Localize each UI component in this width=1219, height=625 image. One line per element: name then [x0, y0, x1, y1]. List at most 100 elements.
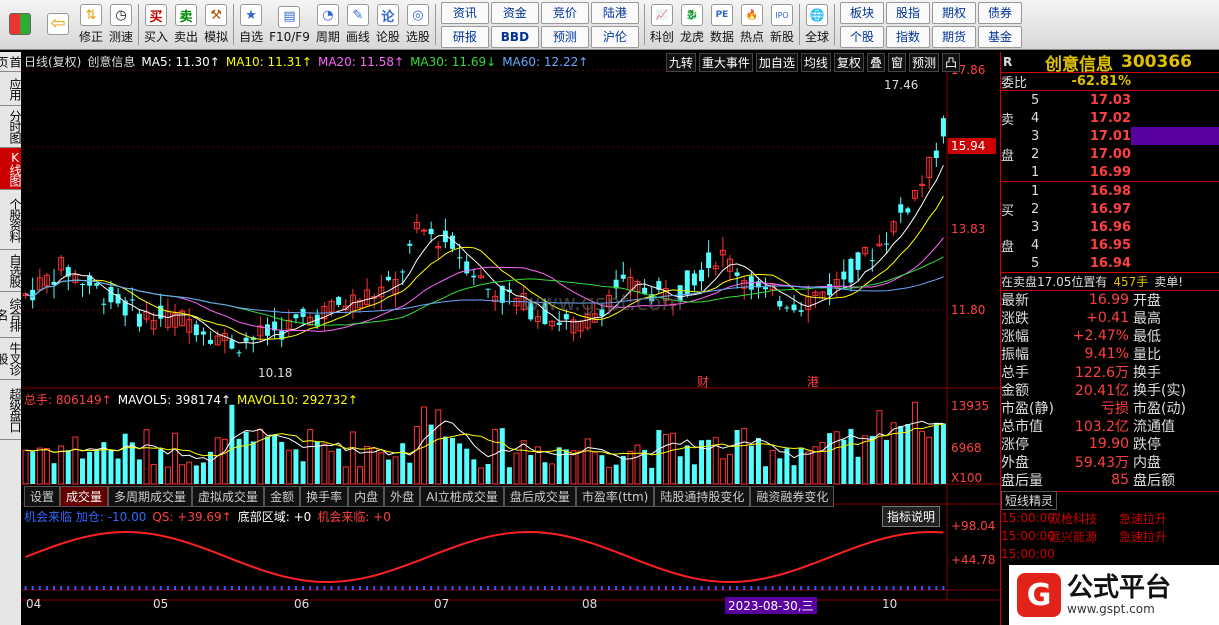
kline-chart-area[interactable]: 17.8615.9413.8311.8015.9417.4610.18财港www… — [22, 52, 1000, 625]
indicator-tab[interactable]: 设置 — [24, 486, 61, 507]
indicator-tick — [124, 586, 127, 590]
info-key2: 换手 — [1133, 365, 1161, 381]
book-level: 2 — [1031, 146, 1040, 162]
candle-body — [79, 283, 85, 285]
toolbar-speedtest-button[interactable]: ◷ 测速 — [106, 0, 136, 49]
toolbar-star-market-button[interactable]: 📈 科创 — [647, 0, 677, 49]
chart-top-button[interactable]: 凸 — [941, 53, 960, 72]
toolbar-dragon-tiger-button[interactable]: 🐉 龙虎 — [677, 0, 707, 49]
volume-bar — [684, 445, 690, 484]
chart-top-button[interactable]: 预测 — [908, 53, 939, 72]
left-tab-8[interactable]: 超级盘口 — [0, 380, 22, 440]
toolbar-index-futures-button[interactable]: 股指 — [886, 1, 931, 24]
toolbar-sector-button[interactable]: 板块 — [840, 1, 885, 24]
toolbar-bbd-button[interactable]: BBD — [490, 25, 539, 48]
indicator-help-button[interactable]: 指标说明 — [881, 506, 940, 527]
toolbar-funds-market-button[interactable]: 基金 — [978, 25, 1023, 48]
volume-bar — [129, 442, 135, 484]
short-item[interactable]: 15:00:00 双枪科技 急速拉升 — [1001, 509, 1219, 527]
toolbar-watchlist-button[interactable]: ★ 自选 — [236, 0, 266, 49]
toolbar-research-button[interactable]: 研报 — [440, 25, 489, 48]
book-row: 1 16.98 — [1001, 182, 1219, 200]
chart-top-button[interactable]: 复权 — [833, 53, 864, 72]
toolbar-screener-button[interactable]: ◎ 选股 — [403, 0, 433, 49]
chart-canvas[interactable]: 17.8615.9413.8311.8015.9417.4610.18财港www… — [22, 52, 1000, 625]
indicator-tab[interactable]: AI立桩成交量 — [420, 486, 504, 507]
toolbar-data-button[interactable]: PE 数据 — [707, 0, 737, 49]
left-tab-1[interactable]: 应用 — [0, 72, 22, 106]
toolbar-ipo-button[interactable]: IPO 新股 — [767, 0, 797, 49]
candle-body — [940, 118, 946, 137]
toolbar-grid-button[interactable] — [0, 0, 40, 49]
short-item[interactable]: 15:00:00 远兴能源 急速拉升 — [1001, 527, 1219, 545]
toolbar-news-button[interactable]: 资讯 — [440, 1, 489, 24]
indicator-tab[interactable]: 成交量 — [60, 486, 109, 507]
ma-legend: 日线(复权) 创意信息 MA5: 11.30↑ MA10: 11.31↑ MA20: 1… — [24, 53, 594, 70]
toolbar-hk-connect-button[interactable]: 陆港 — [590, 1, 639, 24]
left-tab-3[interactable]: K线图 — [0, 148, 22, 190]
left-tab-2[interactable]: 分时图 — [0, 106, 22, 148]
indicator-tick — [394, 586, 397, 590]
toolbar-data-label: 数据 — [709, 30, 734, 44]
info-row: 涨幅 +2.47% 最低 — [1001, 327, 1219, 345]
volume-axis-label: 13935 — [951, 399, 989, 413]
toolbar-indices-button[interactable]: 指数 — [886, 25, 931, 48]
chart-top-button[interactable]: 重大事件 — [698, 53, 753, 72]
toolbar-buy-button[interactable]: 买买入 — [141, 0, 171, 49]
toolbar-hotspot-button[interactable]: 🔥 热点 — [737, 0, 767, 49]
volume-bar — [620, 455, 626, 484]
indicator-tab[interactable]: 市盈率(ttm) — [575, 486, 655, 507]
indicator-tick — [67, 586, 70, 590]
indicator-tab[interactable]: 内盘 — [348, 486, 385, 507]
volume-bar — [464, 448, 470, 484]
left-tab-0[interactable]: 首页 — [0, 52, 22, 72]
toolbar-fix-button[interactable]: ⇅ 修正 — [76, 0, 106, 49]
toolbar-funds-button[interactable]: 资金 — [490, 1, 539, 24]
toolbar-auction-button[interactable]: 竞价 — [540, 1, 589, 24]
volume-bar — [769, 449, 776, 485]
left-tab-6[interactable]: 综合排名 — [0, 292, 22, 338]
toolbar-forum-button[interactable]: 论论股 — [373, 0, 403, 49]
left-tab-7[interactable]: 牛叉诊股 — [0, 338, 22, 380]
indicator-tab[interactable]: 多周期成交量 — [108, 486, 193, 507]
indicator-tab[interactable]: 融资融券变化 — [750, 486, 835, 507]
toolbar-global-button[interactable]: 🌐 全球 — [802, 0, 832, 49]
toolbar-shanghai-london-button[interactable]: 沪伦 — [590, 25, 639, 48]
indicator-tab[interactable]: 外盘 — [384, 486, 421, 507]
volume-bar — [677, 456, 683, 484]
left-tab-5[interactable]: 自选股 — [0, 250, 22, 292]
toolbar-forum-label: 论股 — [375, 30, 400, 44]
indicator-tab[interactable]: 陆股通持股变化 — [654, 486, 751, 507]
indicator-tab[interactable]: 虚拟成交量 — [192, 486, 265, 507]
chart-top-button[interactable]: 叠 — [866, 53, 885, 72]
toolbar-sell-button[interactable]: 卖卖出 — [171, 0, 201, 49]
toolbar-period-button[interactable]: ◔ 周期 — [313, 0, 343, 49]
toolbar-bonds-button[interactable]: 债券 — [978, 1, 1023, 24]
candle-body — [457, 257, 463, 259]
indicator-tick — [849, 586, 852, 590]
volume-bar — [457, 443, 463, 484]
toolbar-f10-button[interactable]: ▤ F10/F9 — [266, 0, 313, 49]
chart-top-button[interactable]: 窗 — [887, 53, 906, 72]
buy-book: 1 16.98 买 2 16.97 3 16.96 盘 4 16.95 5 16.94 — [1001, 181, 1219, 272]
toolbar-stocks-button[interactable]: 个股 — [840, 25, 885, 48]
info-key: 振幅 — [1001, 347, 1029, 363]
book-price: 16.99 — [1089, 164, 1131, 180]
toolbar-back-button[interactable]: ⇦ — [40, 0, 76, 49]
toolbar-options-button[interactable]: 期权 — [932, 1, 977, 24]
chart-top-button[interactable]: 加自选 — [755, 53, 798, 72]
chart-top-button[interactable]: 九转 — [665, 53, 696, 72]
book-level: 3 — [1031, 219, 1040, 235]
indicator-tab[interactable]: 换手率 — [300, 486, 349, 507]
toolbar-draw-button[interactable]: ✎ 画线 — [343, 0, 373, 49]
info-key2: 市盈(动) — [1133, 401, 1186, 417]
info-row: 振幅 9.41% 量比 — [1001, 345, 1219, 363]
toolbar-forecast-button[interactable]: 预测 — [540, 25, 589, 48]
indicator-tab[interactable]: 金额 — [264, 486, 301, 507]
short-item[interactable]: 15:00:00 — [1001, 545, 1219, 563]
chart-top-button[interactable]: 均线 — [800, 53, 831, 72]
indicator-tab[interactable]: 盘后成交量 — [503, 486, 576, 507]
toolbar-futures-button[interactable]: 期货 — [932, 25, 977, 48]
left-tab-4[interactable]: 个股资料 — [0, 190, 22, 250]
toolbar-sim-button[interactable]: ⚒ 模拟 — [201, 0, 231, 49]
